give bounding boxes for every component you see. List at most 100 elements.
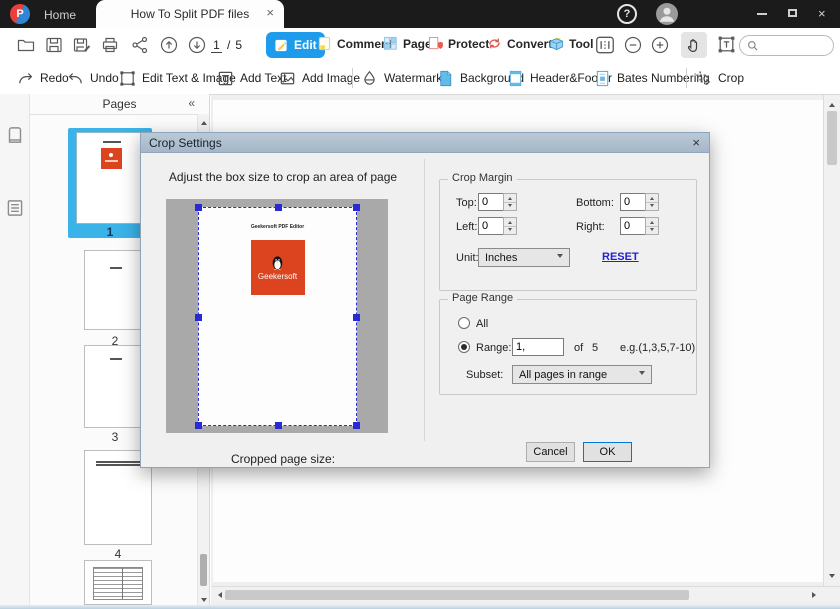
page-mode-button[interactable]: Page xyxy=(383,36,432,51)
crop-margin-group: Crop Margin Top: Bottom: Left: Right: Un… xyxy=(439,179,697,291)
previous-page-button[interactable] xyxy=(159,35,179,55)
pages-scrollbar-thumb[interactable] xyxy=(200,554,207,586)
home-tab[interactable]: Home xyxy=(44,8,76,22)
hand-tool-button[interactable] xyxy=(681,32,707,58)
redo-button[interactable]: Redo xyxy=(16,62,69,94)
crop-settings-dialog: Crop Settings × Adjust the box size to c… xyxy=(140,132,710,468)
crop-handle-s[interactable] xyxy=(275,422,282,429)
document-tab[interactable]: How To Split PDF files × xyxy=(96,0,284,28)
protect-mode-button[interactable]: Protect xyxy=(428,36,489,51)
open-file-button[interactable] xyxy=(16,35,36,55)
dialog-title-bar: Crop Settings × xyxy=(141,133,709,153)
save-as-button[interactable] xyxy=(72,35,92,55)
watermark-icon xyxy=(360,69,379,88)
crop-button[interactable]: Crop xyxy=(694,62,744,94)
search-box[interactable] xyxy=(739,35,834,56)
save-as-icon xyxy=(72,35,92,55)
bates-numbering-button[interactable]: Bates Numbering xyxy=(593,62,710,94)
crop-handle-nw[interactable] xyxy=(195,204,202,211)
crop-handle-e[interactable] xyxy=(353,314,360,321)
reset-link[interactable]: RESET xyxy=(602,251,639,263)
convert-icon xyxy=(487,36,502,51)
vertical-scrollbar[interactable] xyxy=(823,95,840,586)
range-radio[interactable] xyxy=(458,341,470,353)
search-input[interactable] xyxy=(763,39,827,53)
bottom-margin-stepper[interactable] xyxy=(645,193,659,211)
top-margin-stepper[interactable] xyxy=(503,193,517,211)
crop-handle-w[interactable] xyxy=(195,314,202,321)
range-example: e.g.(1,3,5,7-10) xyxy=(620,342,695,354)
search-icon xyxy=(746,39,759,52)
account-avatar[interactable] xyxy=(656,3,678,25)
right-margin-stepper[interactable] xyxy=(645,217,659,235)
dialog-divider xyxy=(424,159,425,441)
next-page-button[interactable] xyxy=(187,35,207,55)
add-image-icon xyxy=(278,69,297,88)
zoom-in-button[interactable] xyxy=(650,35,670,55)
crop-handle-sw[interactable] xyxy=(195,422,202,429)
scroll-down-icon[interactable] xyxy=(826,571,838,583)
top-margin-label: Top: xyxy=(456,197,477,209)
help-button[interactable]: ? xyxy=(617,4,637,24)
printer-icon xyxy=(100,35,120,55)
bates-numbering-icon xyxy=(593,69,612,88)
share-button[interactable] xyxy=(130,35,150,55)
page-thumbnail-2[interactable] xyxy=(84,250,146,330)
save-button[interactable] xyxy=(44,35,64,55)
cancel-button[interactable]: Cancel xyxy=(526,442,575,462)
watermark-button[interactable]: Watermark xyxy=(360,62,442,94)
page-thumbnail-5[interactable] xyxy=(84,560,152,605)
right-margin-input[interactable] xyxy=(620,217,646,235)
crop-handle-se[interactable] xyxy=(353,422,360,429)
left-margin-input[interactable] xyxy=(478,217,504,235)
tool-mode-button[interactable]: Tool xyxy=(549,36,593,51)
undo-button[interactable]: Undo xyxy=(66,62,119,94)
vertical-scrollbar-thumb[interactable] xyxy=(827,111,837,165)
subset-dropdown[interactable]: All pages in range xyxy=(512,365,652,384)
app-logo-icon: P xyxy=(10,4,30,24)
tab-close-icon[interactable]: × xyxy=(266,6,274,20)
scroll-left-icon[interactable] xyxy=(212,589,224,601)
comment-mode-button[interactable]: Comment xyxy=(317,36,392,51)
zoom-in-icon xyxy=(650,35,670,55)
scroll-up-icon[interactable] xyxy=(826,97,838,109)
window-close-button[interactable]: × xyxy=(818,6,826,21)
select-text-tool-button[interactable] xyxy=(716,34,737,55)
top-margin-input[interactable] xyxy=(478,193,504,211)
edit-mode-button[interactable]: Edit xyxy=(266,32,325,58)
outline-panel-button[interactable] xyxy=(4,197,26,219)
watermark-label: Watermark xyxy=(384,71,442,85)
crop-selection-box[interactable] xyxy=(198,207,357,426)
horizontal-scrollbar-thumb[interactable] xyxy=(225,590,689,600)
scroll-up-icon[interactable] xyxy=(198,115,210,127)
arrow-down-circle-icon xyxy=(187,35,207,55)
page-thumbnail-3[interactable] xyxy=(84,345,146,428)
minimize-button[interactable] xyxy=(757,13,767,15)
print-button[interactable] xyxy=(100,35,120,55)
maximize-button[interactable] xyxy=(788,9,797,17)
dialog-close-icon[interactable]: × xyxy=(692,135,700,150)
collapse-panel-button[interactable]: « xyxy=(188,96,195,110)
convert-mode-button[interactable]: Convert xyxy=(487,36,552,51)
page-range-title: Page Range xyxy=(448,292,517,304)
current-page-input[interactable]: 1 xyxy=(211,38,222,53)
range-input[interactable] xyxy=(512,338,564,356)
window-bottom-edge xyxy=(0,605,840,609)
horizontal-scrollbar[interactable] xyxy=(211,586,840,602)
unit-dropdown[interactable]: Inches xyxy=(478,248,570,267)
comment-icon xyxy=(317,36,332,51)
ok-button[interactable]: OK xyxy=(583,442,632,462)
crop-margin-title: Crop Margin xyxy=(448,172,517,184)
add-text-button[interactable]: Add Text xyxy=(216,62,286,94)
all-pages-radio[interactable] xyxy=(458,317,470,329)
add-image-button[interactable]: Add Image xyxy=(278,62,360,94)
page-indicator: 1 / 5 xyxy=(211,38,242,53)
thumbnails-panel-button[interactable] xyxy=(4,124,26,146)
fit-width-button[interactable] xyxy=(594,34,616,56)
left-margin-stepper[interactable] xyxy=(503,217,517,235)
crop-handle-ne[interactable] xyxy=(353,204,360,211)
zoom-out-button[interactable] xyxy=(623,35,643,55)
bottom-margin-input[interactable] xyxy=(620,193,646,211)
scroll-right-icon[interactable] xyxy=(809,589,821,601)
crop-handle-n[interactable] xyxy=(275,204,282,211)
